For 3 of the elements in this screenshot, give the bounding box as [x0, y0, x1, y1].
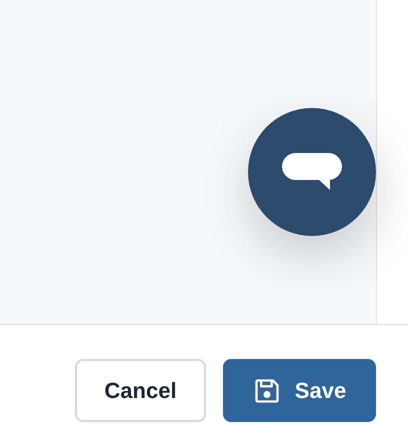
- cancel-button[interactable]: Cancel: [75, 359, 206, 422]
- chat-bubble-icon: [282, 153, 342, 191]
- save-button[interactable]: Save: [223, 359, 376, 422]
